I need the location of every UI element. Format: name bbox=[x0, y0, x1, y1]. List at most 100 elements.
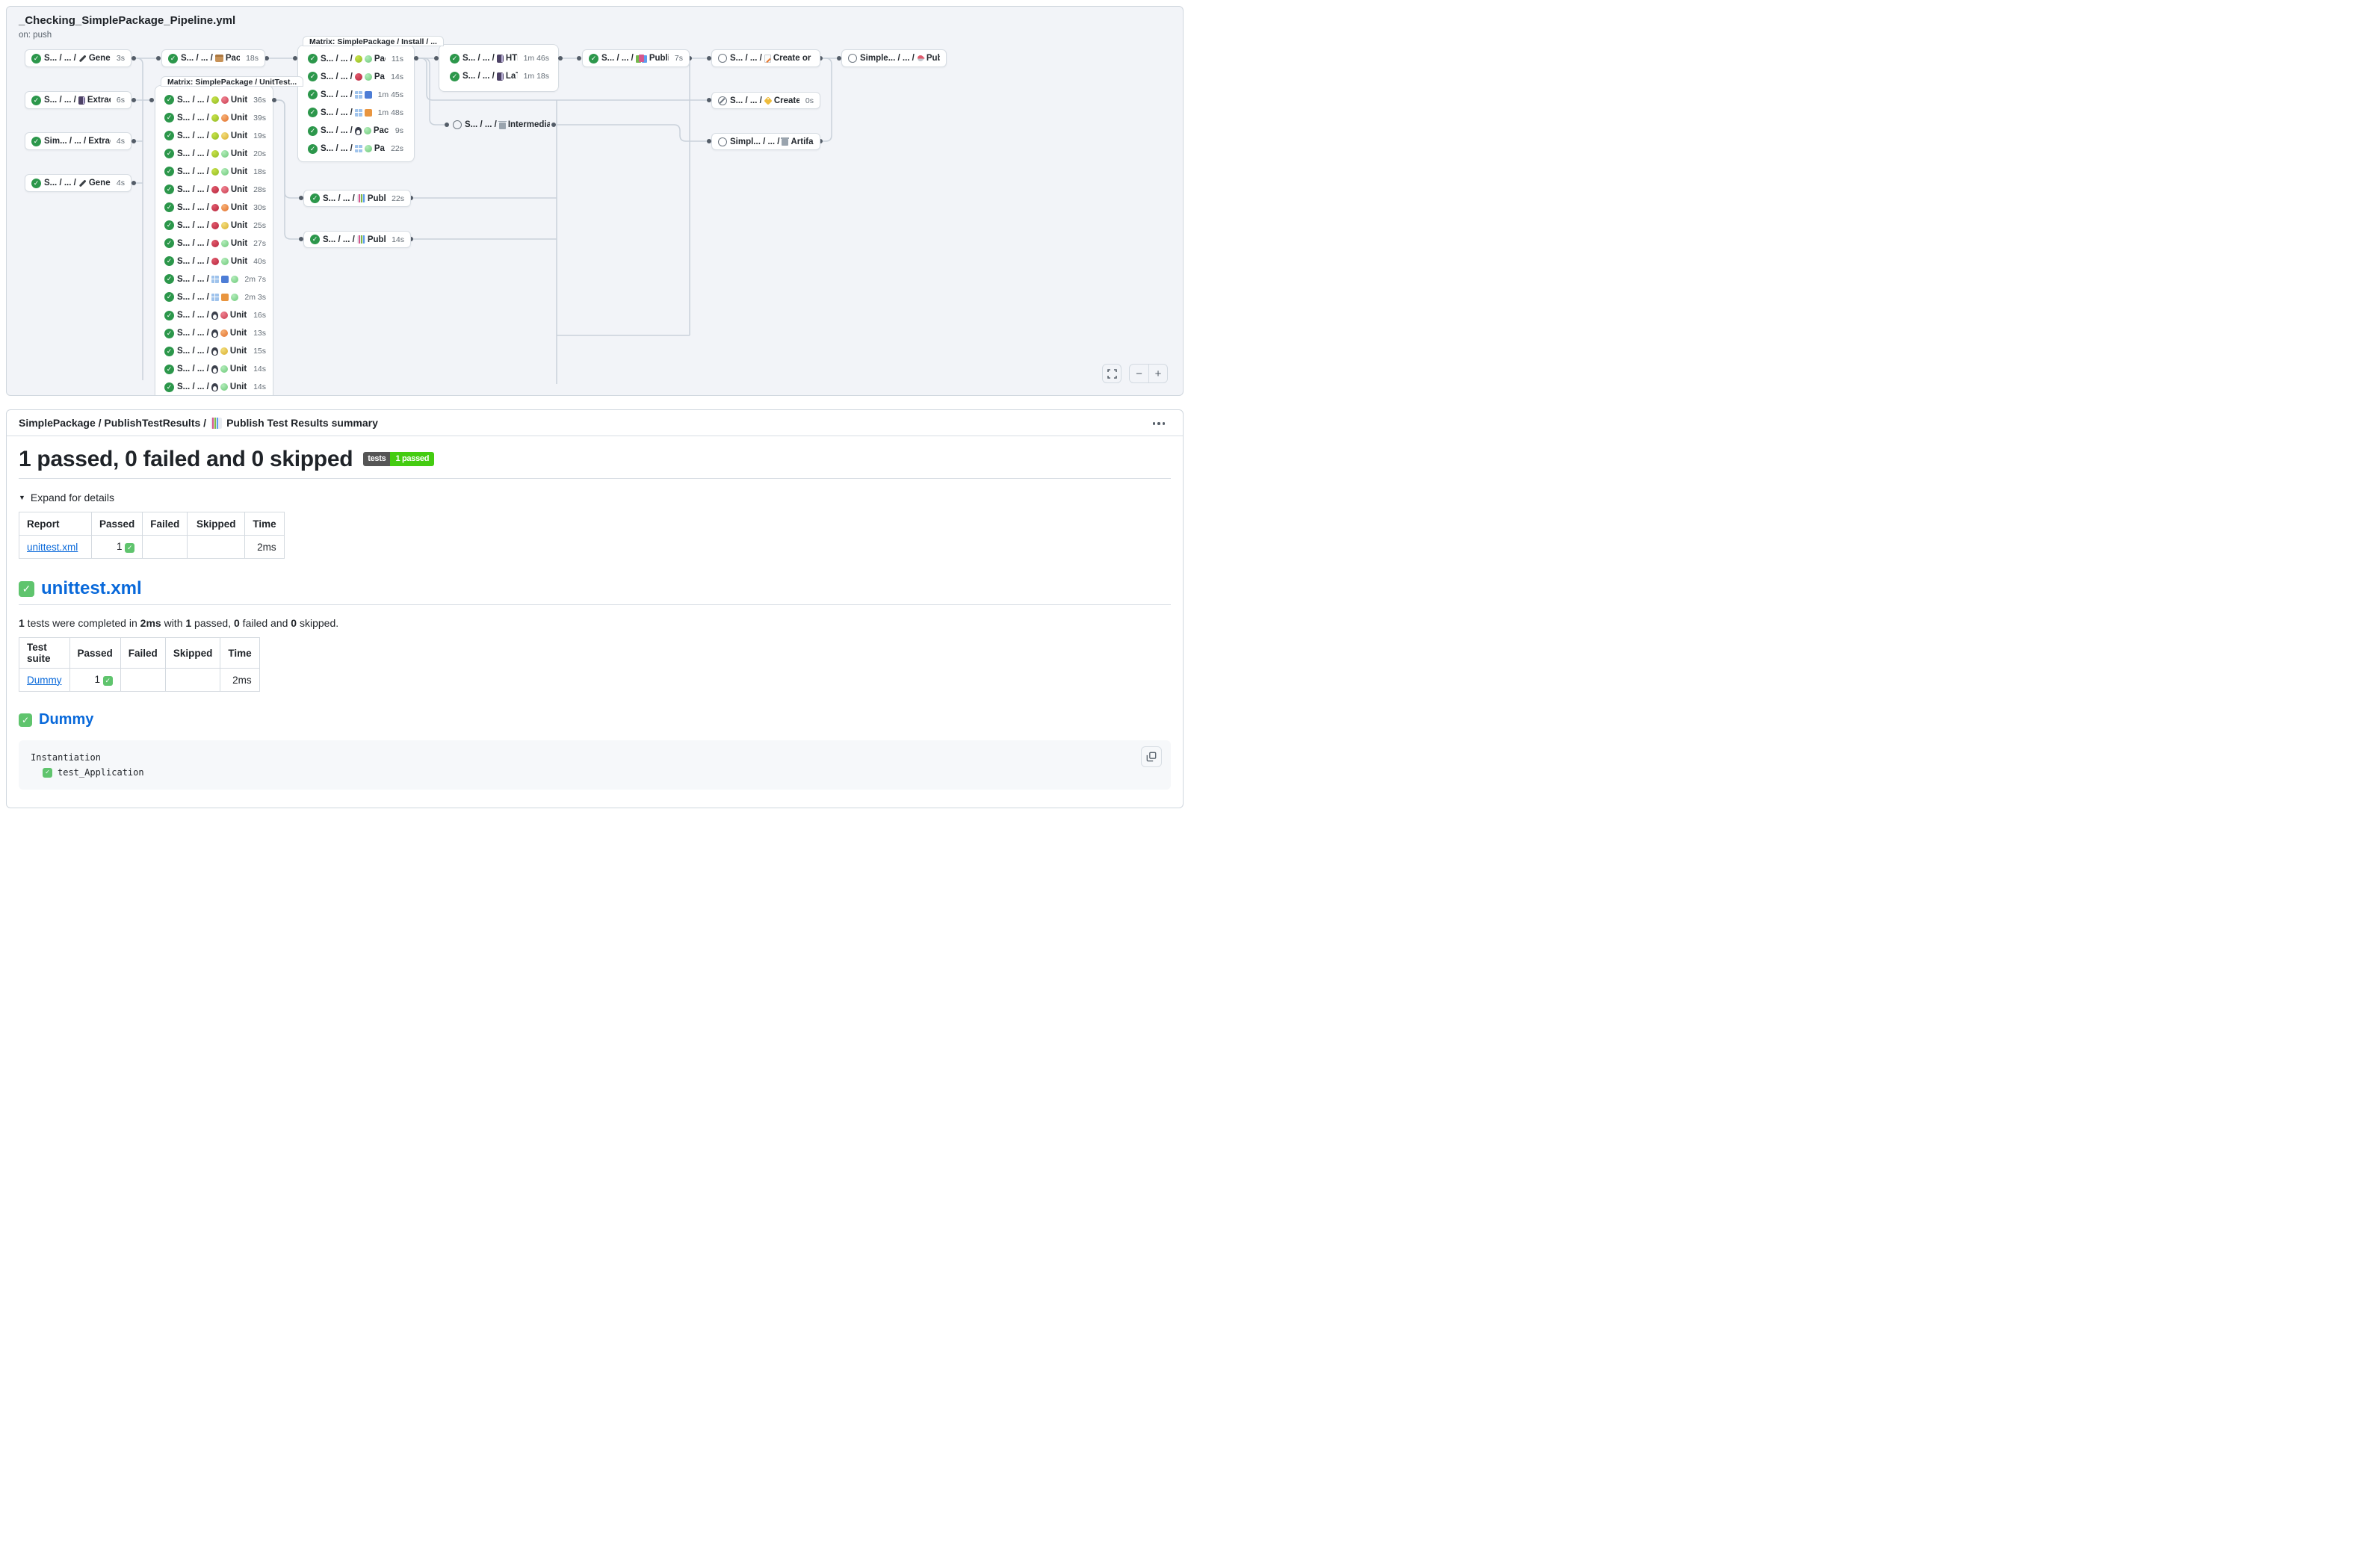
square-blue-icon bbox=[221, 276, 229, 283]
node-label: Package inst... bbox=[374, 126, 389, 135]
windows-icon bbox=[355, 91, 362, 99]
node-label: Publish to GH-P... bbox=[649, 54, 669, 63]
apple-green-icon bbox=[211, 132, 219, 140]
node-package-install-5[interactable]: S... / ... /Package inst...9s bbox=[304, 123, 407, 138]
zoom-in-button[interactable]: + bbox=[1148, 365, 1167, 382]
memo-icon bbox=[764, 55, 771, 63]
node-unit-tests-13[interactable]: S... / ... /Unit Tests - ...16s bbox=[161, 308, 270, 323]
suite-section-link[interactable]: Dummy bbox=[39, 711, 93, 728]
node-duration: 22s bbox=[388, 144, 403, 153]
zoom-out-button[interactable]: − bbox=[1130, 365, 1148, 382]
ball-green-icon bbox=[365, 145, 372, 152]
status-success-icon bbox=[308, 72, 318, 81]
node-unit-tests-1[interactable]: S... / ... /Unit Tests - ...36s bbox=[161, 93, 270, 108]
table-header-row: Test suite Passed Failed Skipped Time bbox=[19, 638, 260, 669]
table-header-row: Report Passed Failed Skipped Time bbox=[19, 512, 285, 536]
node-unit-tests-15[interactable]: S... / ... /Unit Tests - ...15s bbox=[161, 344, 270, 359]
ball-green-icon bbox=[365, 73, 372, 81]
copy-button[interactable] bbox=[1141, 746, 1162, 767]
table-row: unittest.xml 1 2ms bbox=[19, 536, 285, 559]
node-unit-tests-14[interactable]: S... / ... /Unit Tests - ...13s bbox=[161, 326, 270, 341]
apple-red-icon bbox=[211, 186, 219, 193]
node-publish-code-coverage[interactable]: S... / ... /Publish Code C...22s bbox=[303, 190, 411, 207]
books-icon bbox=[639, 55, 644, 62]
suite-link[interactable]: Dummy bbox=[27, 675, 62, 686]
node-unit-tests-2[interactable]: S... / ... /Unit Tests - ...39s bbox=[161, 111, 270, 125]
node-publish-test-results[interactable]: S... / ... /Publish Test Re...14s bbox=[303, 231, 411, 248]
node-create-tag[interactable]: S... / ... /Create tag '${{ in...0s bbox=[711, 92, 820, 109]
file-section-link[interactable]: unittest.xml bbox=[41, 578, 142, 599]
node-unit-tests-12[interactable]: S... / ... /Unit T...2m 3s bbox=[161, 290, 270, 305]
kebab-menu-button[interactable] bbox=[1148, 418, 1170, 430]
penguin-icon bbox=[211, 365, 218, 374]
node-create-or-update-release[interactable]: S... / ... /Create or Update R... bbox=[711, 49, 820, 67]
node-label: Unit Tests - ... bbox=[230, 329, 247, 338]
node-duration: 1m 18s bbox=[521, 72, 549, 81]
node-label: Unit Tests - ... bbox=[230, 347, 247, 356]
node-html-documentation[interactable]: S... / ... /HTML Docu...1m 46s bbox=[446, 51, 553, 66]
node-package-install-4[interactable]: S... / ... /Packa...1m 48s bbox=[304, 105, 407, 120]
ball-orange-icon bbox=[221, 114, 229, 122]
node-unit-tests-5[interactable]: S... / ... /Unit Tests - ...18s bbox=[161, 164, 270, 179]
apple-red-icon bbox=[211, 204, 219, 211]
report-link[interactable]: unittest.xml bbox=[27, 542, 78, 553]
apple-red-icon bbox=[211, 240, 219, 247]
node-unit-tests-6[interactable]: S... / ... /Unit Tests - ...28s bbox=[161, 182, 270, 197]
node-unit-tests-16[interactable]: S... / ... /Unit Tests - ...14s bbox=[161, 362, 270, 376]
penguin-icon bbox=[211, 347, 218, 356]
rocket-icon bbox=[917, 55, 924, 62]
node-publish-to-gh-pages[interactable]: S... / ... /Publish to GH-P...7s bbox=[582, 49, 690, 67]
status-success-icon bbox=[164, 292, 174, 302]
node-package-install-2[interactable]: S... / ... /Package ins...14s bbox=[304, 69, 407, 84]
node-duration: 7s bbox=[672, 54, 683, 63]
test-case-name: test_Application bbox=[58, 765, 144, 780]
node-label: Unit Tests - ... bbox=[231, 257, 247, 266]
node-package-install-6[interactable]: S... / ... /Package ins...22s bbox=[304, 141, 407, 156]
status-pending-icon bbox=[718, 137, 727, 146]
expand-details-toggle[interactable]: ▼ Expand for details bbox=[19, 492, 1171, 503]
node-label: Extract configur... bbox=[87, 96, 111, 105]
node-package-in-source[interactable]: S... / ... /Package in Sou...18s bbox=[161, 49, 265, 67]
status-success-icon bbox=[164, 131, 174, 140]
node-artifact-cleanup[interactable]: Simpl... / ... /Artifact Cleanup bbox=[711, 133, 820, 150]
node-duration: 4s bbox=[114, 179, 125, 188]
status-success-icon bbox=[164, 167, 174, 176]
node-latex-documentation[interactable]: S... / ... /LaTeX Docu...1m 18s bbox=[446, 69, 553, 84]
node-unit-tests-10[interactable]: S... / ... /Unit Tests - ...40s bbox=[161, 254, 270, 269]
node-extract-information[interactable]: Sim... / ... /Extract Information4s bbox=[25, 132, 132, 150]
node-generate-pipeline-2[interactable]: S... / ... /Generate pipelin...4s bbox=[25, 174, 132, 192]
node-unit-tests-11[interactable]: S... / ... /Unit T...2m 7s bbox=[161, 272, 270, 287]
ball-green-icon bbox=[221, 240, 229, 247]
node-duration: 14s bbox=[250, 382, 266, 391]
node-extract-configuration[interactable]: S... / ... /Extract configur...6s bbox=[25, 91, 132, 109]
group-install-label: Matrix: SimplePackage / Install / ... bbox=[303, 36, 444, 46]
status-success-icon bbox=[168, 54, 178, 63]
pencil-icon bbox=[78, 55, 87, 63]
node-unit-tests-8[interactable]: S... / ... /Unit Tests - ...25s bbox=[161, 218, 270, 233]
node-unit-tests-3[interactable]: S... / ... /Unit Tests - ...19s bbox=[161, 128, 270, 143]
node-intermediate-artifacts[interactable]: S... / ... /Intermediate Artifa... bbox=[449, 117, 554, 133]
node-unit-tests-4[interactable]: S... / ... /Unit Tests - ...20s bbox=[161, 146, 270, 161]
node-package-install-3[interactable]: S... / ... /Packa...1m 45s bbox=[304, 87, 407, 102]
fullscreen-button[interactable] bbox=[1102, 364, 1122, 383]
node-package-install-1[interactable]: S... / ... /Package ins...11s bbox=[304, 52, 407, 66]
status-success-icon bbox=[31, 96, 41, 105]
status-success-icon bbox=[164, 113, 174, 123]
page: _Checking_SimplePackage_Pipeline.yml on:… bbox=[0, 6, 1190, 808]
node-unit-tests-9[interactable]: S... / ... /Unit Tests - ...27s bbox=[161, 236, 270, 251]
tests-badge: tests1 passed bbox=[363, 452, 434, 466]
node-publish-to-pypi[interactable]: Simple... / ... /Publish to PyPI bbox=[841, 49, 947, 67]
node-duration: 14s bbox=[388, 72, 403, 81]
node-duration: 11s bbox=[389, 55, 403, 63]
node-label: Package ins... bbox=[374, 72, 385, 81]
group-unittest-label: Matrix: SimplePackage / UnitTest... bbox=[161, 76, 303, 87]
node-duration: 1m 46s bbox=[521, 54, 549, 63]
node-unit-tests-17[interactable]: S... / ... /Unit Tests - ...14s bbox=[161, 379, 270, 394]
node-generate-pipeline-1[interactable]: S... / ... /Generate pipelin...3s bbox=[25, 49, 132, 67]
chart-icon bbox=[357, 235, 365, 244]
node-label: Extract Information bbox=[88, 137, 111, 146]
node-unit-tests-7[interactable]: S... / ... /Unit Tests - ...30s bbox=[161, 200, 270, 215]
apple-green-icon bbox=[211, 168, 219, 176]
status-success-icon bbox=[164, 329, 174, 338]
ball-green-icon bbox=[221, 150, 229, 158]
